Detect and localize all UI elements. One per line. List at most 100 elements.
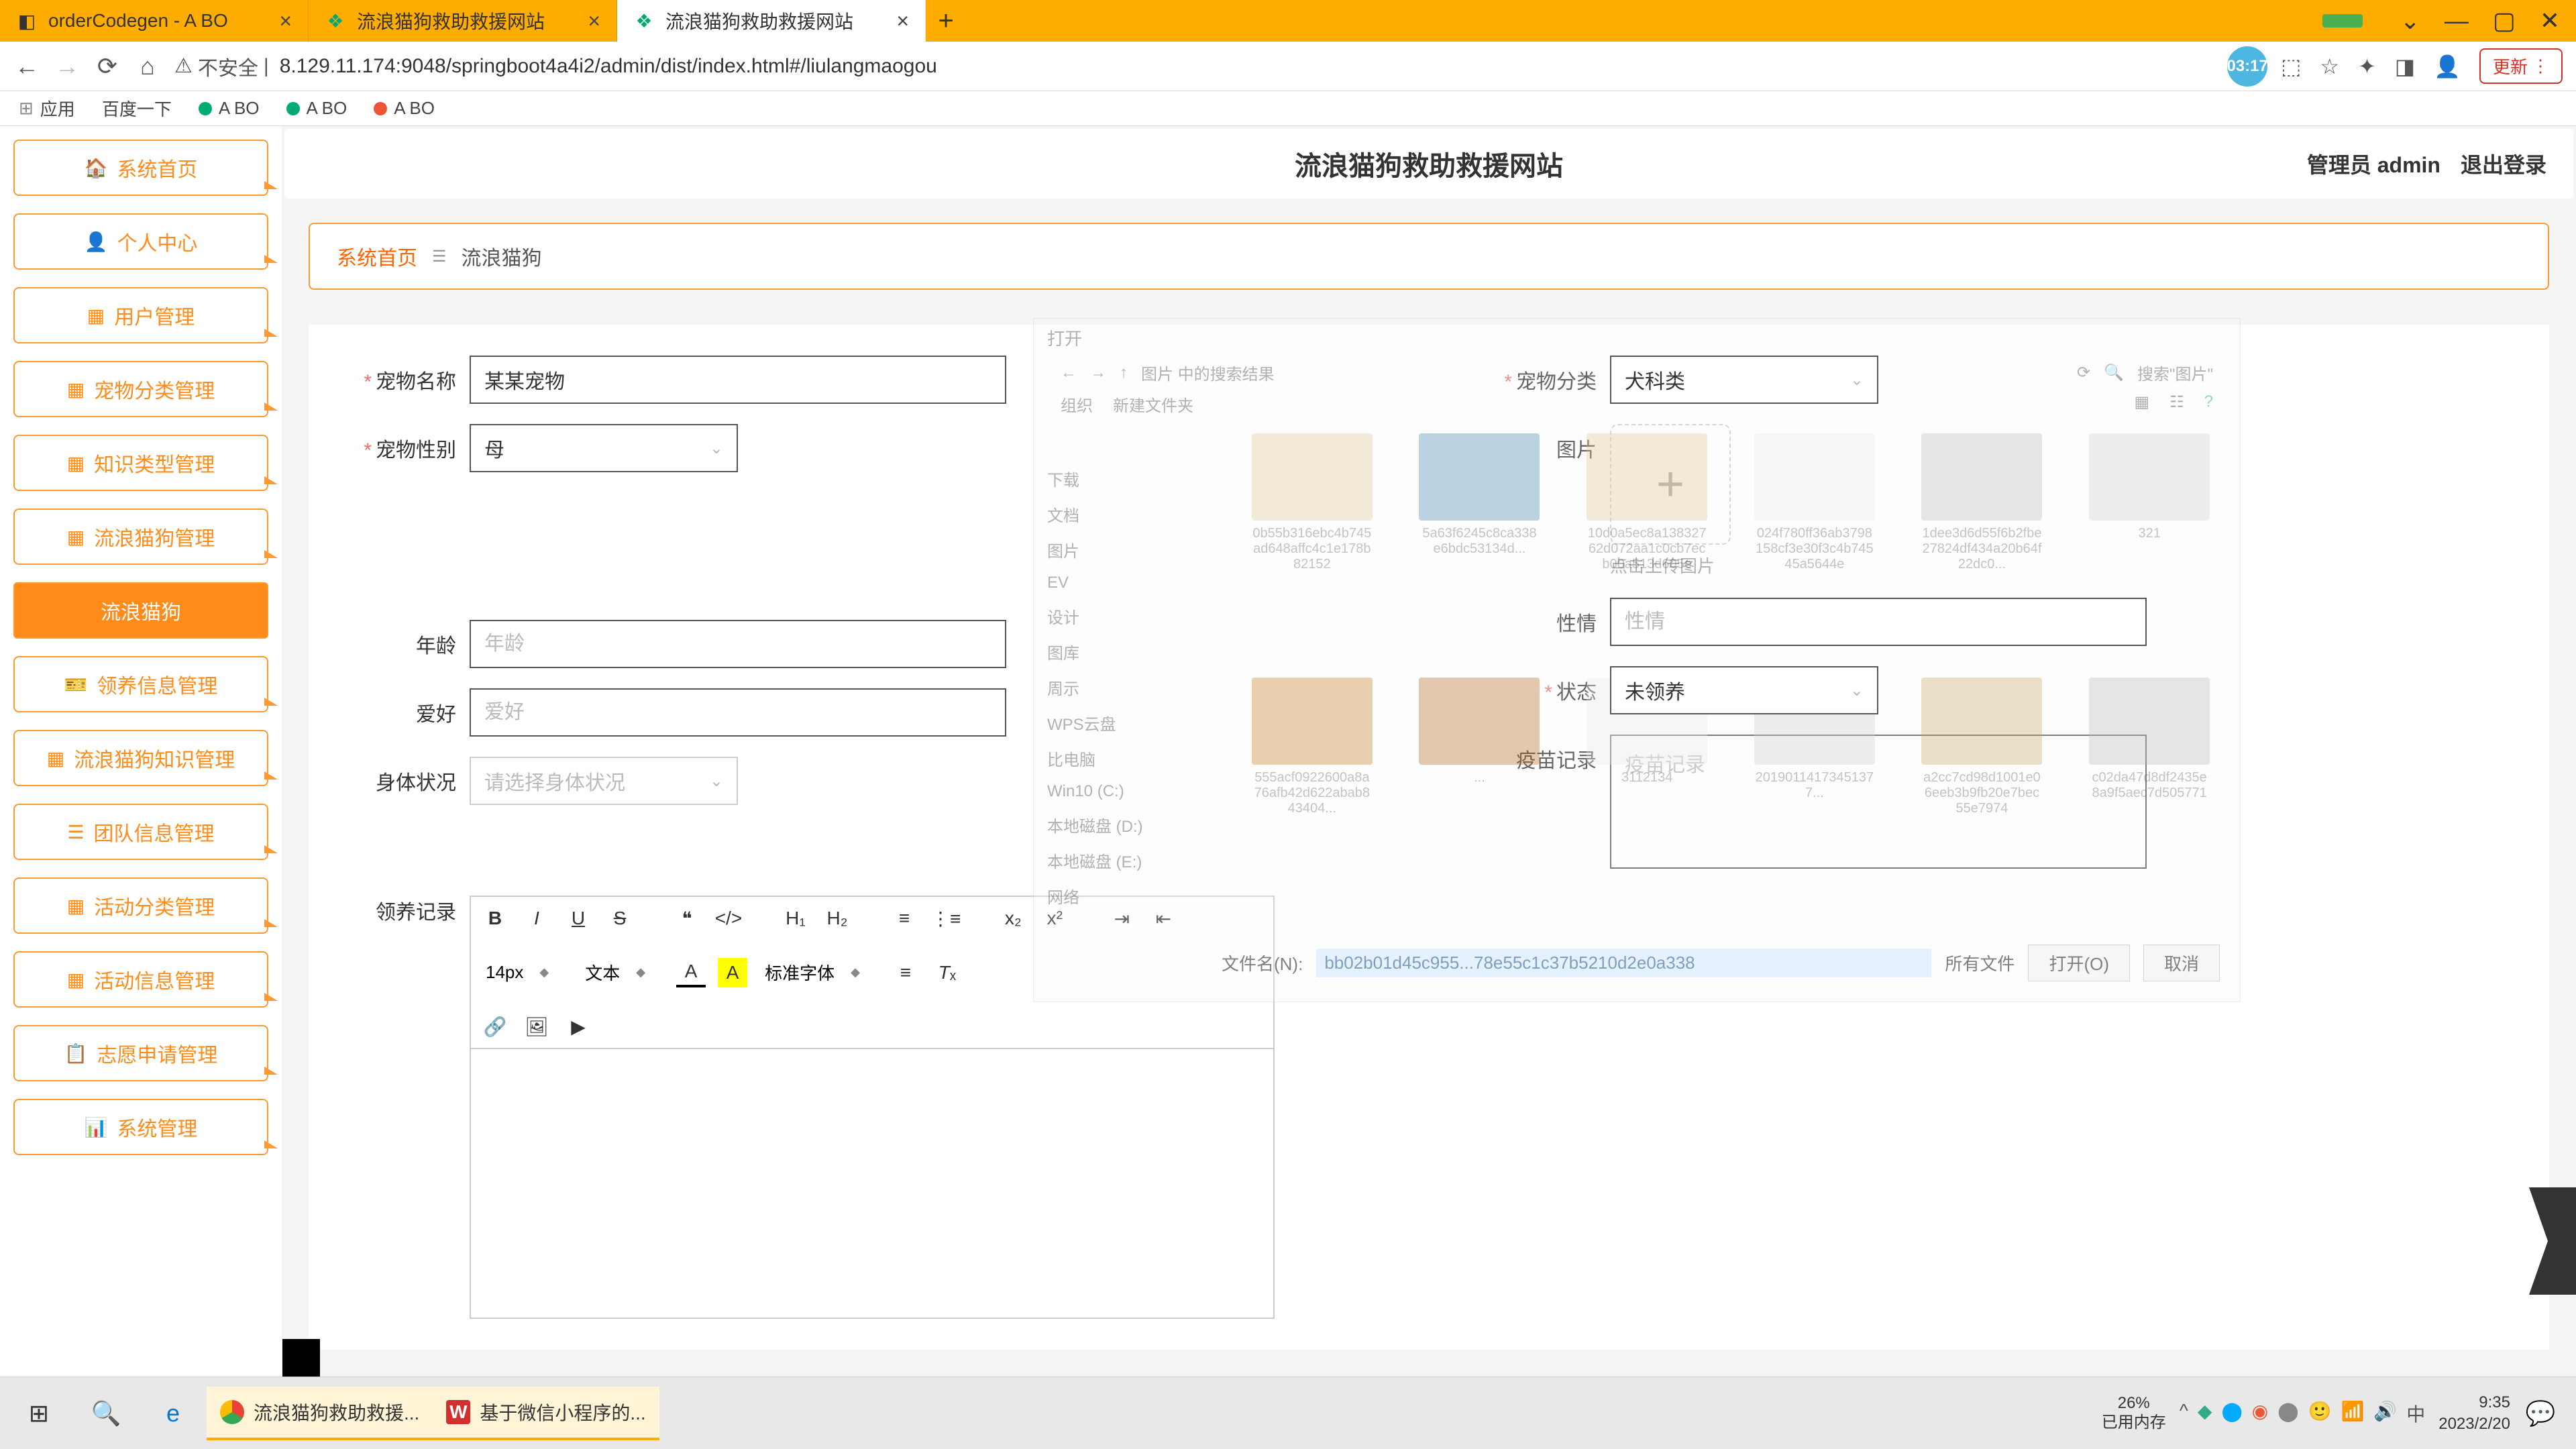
- tray-icon[interactable]: 🔊: [2373, 1400, 2397, 1427]
- new-tab-button[interactable]: +: [926, 0, 966, 42]
- browser-tab-2[interactable]: ❖ 流浪猫狗救助救援网站 ×: [617, 0, 926, 42]
- sidebar-item-users[interactable]: ▦用户管理: [13, 287, 268, 343]
- sidebar-item-activity-info[interactable]: ▦活动信息管理: [13, 951, 268, 1008]
- tray-icon[interactable]: 🙂: [2308, 1400, 2332, 1427]
- tray-ime-icon[interactable]: 中: [2406, 1400, 2425, 1427]
- edge-icon[interactable]: e: [140, 1377, 207, 1449]
- italic-button[interactable]: I: [522, 904, 551, 933]
- bookmark-baidu[interactable]: 百度一下: [102, 96, 172, 121]
- indent-button[interactable]: ⇥: [1107, 904, 1136, 933]
- status-select[interactable]: 未领养⌄: [1610, 666, 1878, 714]
- superscript-button[interactable]: x²: [1040, 904, 1069, 933]
- sidebar-item-system[interactable]: 📊系统管理: [13, 1099, 268, 1155]
- forward-button[interactable]: →: [54, 53, 80, 80]
- bg-color-button[interactable]: A: [718, 958, 747, 987]
- sidebar-item-team-info[interactable]: ☰团队信息管理: [13, 804, 268, 860]
- font-size-select[interactable]: 14px◆: [480, 959, 568, 985]
- window-close-icon[interactable]: ✕: [2540, 7, 2560, 35]
- star-icon[interactable]: ☆: [2320, 54, 2339, 79]
- start-button[interactable]: ⊞: [5, 1377, 72, 1449]
- tray-icon[interactable]: ⬤: [2277, 1400, 2298, 1427]
- h1-button[interactable]: H₁: [781, 904, 810, 933]
- logout-link[interactable]: 退出登录: [2461, 148, 2546, 179]
- tray-icon[interactable]: ⬤: [2221, 1400, 2242, 1427]
- home-button[interactable]: ⌂: [134, 53, 161, 80]
- quote-button[interactable]: ❝: [672, 904, 702, 933]
- h2-button[interactable]: H₂: [822, 904, 852, 933]
- subscript-button[interactable]: x₂: [998, 904, 1028, 933]
- sidebar-item-activity-category[interactable]: ▦活动分类管理: [13, 877, 268, 934]
- taskbar: ⊞ 🔍 e 流浪猫狗救助救援... W 基于微信小程序的... 26% 已用内存…: [0, 1377, 2576, 1449]
- sidebar-item-knowledge-type[interactable]: ▦知识类型管理: [13, 435, 268, 491]
- maximize-icon[interactable]: ▢: [2493, 7, 2516, 35]
- extensions-icon[interactable]: ✦: [2358, 54, 2376, 79]
- bookmark-abo2[interactable]: A BO: [286, 98, 347, 119]
- sidebar-item-profile[interactable]: 👤个人中心: [13, 213, 268, 270]
- pet-name-input[interactable]: [470, 356, 1006, 404]
- grid-icon: ▦: [67, 526, 85, 548]
- tray-icon[interactable]: ◉: [2252, 1400, 2268, 1427]
- sidebar-item-volunteer[interactable]: 📋志愿申请管理: [13, 1025, 268, 1081]
- sidebar-item-adopt-info[interactable]: 🎫领养信息管理: [13, 656, 268, 712]
- ordered-list-button[interactable]: ≡: [890, 904, 919, 933]
- unordered-list-button[interactable]: ⋮≡: [931, 904, 961, 933]
- outdent-button[interactable]: ⇤: [1148, 904, 1178, 933]
- back-button[interactable]: ←: [13, 53, 40, 80]
- search-button[interactable]: 🔍: [72, 1377, 140, 1449]
- bold-button[interactable]: B: [480, 904, 510, 933]
- temperament-input[interactable]: [1610, 598, 2147, 646]
- pet-gender-select[interactable]: 母⌄: [470, 424, 738, 472]
- underline-button[interactable]: U: [564, 904, 593, 933]
- image-button[interactable]: 🖼: [522, 1012, 551, 1041]
- taskbar-app-wps[interactable]: W 基于微信小程序的...: [433, 1387, 659, 1440]
- upload-button[interactable]: +: [1610, 424, 1731, 545]
- memory-indicator[interactable]: 26% 已用内存: [2102, 1394, 2166, 1433]
- editor-body[interactable]: [471, 1049, 1273, 1318]
- age-input[interactable]: [470, 620, 1006, 668]
- sidebar-item-pet-category[interactable]: ▦宠物分类管理: [13, 361, 268, 417]
- close-icon[interactable]: ×: [279, 9, 292, 34]
- profile-icon[interactable]: 👤: [2434, 54, 2461, 79]
- sidebar-item-home[interactable]: 🏠系统首页: [13, 140, 268, 196]
- install-icon[interactable]: ⬚: [2281, 54, 2301, 79]
- tray-icon[interactable]: 📶: [2341, 1400, 2364, 1427]
- tray-up-icon[interactable]: ^: [2180, 1400, 2188, 1427]
- browser-tab-0[interactable]: ◧ orderCodegen - A BO ×: [0, 0, 309, 42]
- strike-button[interactable]: S: [605, 904, 635, 933]
- address-bar[interactable]: ⚠ 不安全 | 8.129.11.174:9048/springboot4a4i…: [174, 52, 2214, 81]
- code-button[interactable]: </>: [714, 904, 743, 933]
- sidebar-item-stray-manage[interactable]: ▦流浪猫狗管理: [13, 508, 268, 565]
- chevron-down-icon[interactable]: ⌄: [2400, 7, 2420, 35]
- browser-tab-1[interactable]: ❖ 流浪猫狗救助救援网站 ×: [309, 0, 617, 42]
- hobby-input[interactable]: [470, 688, 1006, 737]
- text-color-button[interactable]: A: [676, 958, 706, 987]
- sidebar-item-stray[interactable]: 流浪猫狗: [13, 582, 268, 639]
- minimize-icon[interactable]: —: [2445, 7, 2469, 35]
- upload-hint: 点击上传图片: [1610, 553, 1731, 578]
- bookmark-abo3[interactable]: A BO: [374, 98, 435, 119]
- clear-format-button[interactable]: Tₓ: [932, 958, 962, 987]
- align-button[interactable]: ≡: [891, 958, 920, 987]
- taskbar-clock[interactable]: 9:35 2023/2/20: [2438, 1392, 2510, 1434]
- breadcrumb-home[interactable]: 系统首页: [337, 241, 417, 271]
- vaccine-textarea[interactable]: 疫苗记录: [1610, 735, 2147, 869]
- tray-icon[interactable]: ◆: [2198, 1400, 2212, 1427]
- reload-button[interactable]: ⟳: [94, 53, 121, 80]
- notifications-button[interactable]: 💬: [2524, 1399, 2557, 1428]
- close-icon[interactable]: ×: [588, 9, 600, 34]
- grid-icon: ▦: [67, 969, 85, 991]
- apps-button[interactable]: ⊞ 应用: [19, 96, 75, 121]
- link-button[interactable]: 🔗: [480, 1012, 510, 1041]
- update-button[interactable]: 更新 ⋮: [2479, 48, 2563, 84]
- video-button[interactable]: ▶: [564, 1012, 593, 1041]
- body-select[interactable]: 请选择身体状况⌄: [470, 757, 738, 805]
- close-icon[interactable]: ×: [896, 9, 909, 34]
- bookmark-abo1[interactable]: A BO: [199, 98, 260, 119]
- text-style-select[interactable]: 文本◆: [580, 957, 664, 987]
- taskbar-app-chrome[interactable]: 流浪猫狗救助救援...: [207, 1387, 433, 1440]
- sidebar-item-stray-knowledge[interactable]: ▦流浪猫狗知识管理: [13, 730, 268, 786]
- sidepanel-icon[interactable]: ◨: [2395, 54, 2415, 79]
- pet-category-select[interactable]: 犬科类⌄: [1610, 356, 1878, 404]
- bookmark-icon: [286, 102, 300, 115]
- font-family-select[interactable]: 标准字体◆: [759, 957, 879, 987]
